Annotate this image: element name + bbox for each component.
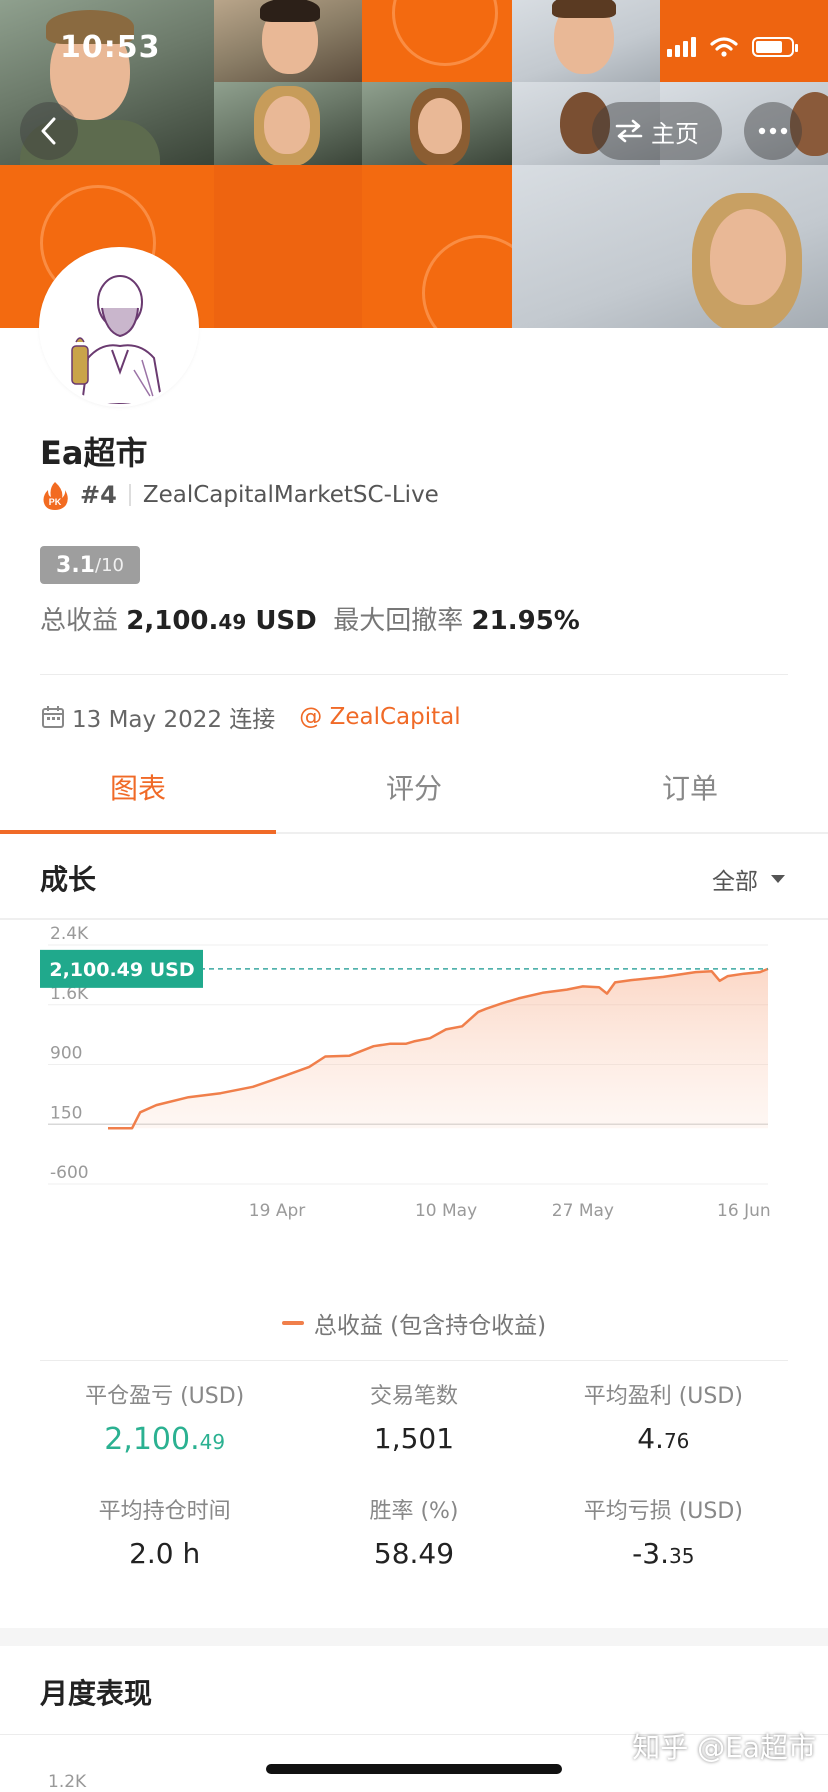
- connected-date: 13 May 2022 连接: [72, 707, 276, 733]
- chart-legend: 总收益 (包含持仓收益): [0, 1306, 828, 1340]
- caret-down-icon: [771, 875, 785, 883]
- cover-pattern-tile: [214, 165, 362, 328]
- y-tick-label: 150: [50, 1103, 82, 1123]
- y-tick-label: -600: [50, 1163, 89, 1183]
- metric-label: 胜率 (%): [369, 1499, 459, 1524]
- cover-pattern-tile: [362, 0, 512, 82]
- chevron-left-icon: [41, 117, 56, 145]
- metric-win-rate: 胜率 (%) 58.49: [289, 1493, 538, 1570]
- tab-rating[interactable]: 评分: [276, 742, 552, 832]
- x-tick-label: 16 Jun: [717, 1201, 771, 1220]
- max-drawdown-value: 21.95%: [471, 606, 580, 636]
- metric-closed-pnl: 平仓盈亏 (USD) 2,100.49: [40, 1378, 289, 1457]
- broker-link[interactable]: @ ZealCapital: [299, 704, 460, 730]
- divider: [40, 1360, 788, 1361]
- metric-value: -3.35: [632, 1537, 695, 1570]
- metric-label: 平仓盈亏 (USD): [85, 1384, 245, 1409]
- metric-avg-loss: 平均亏损 (USD) -3.35: [539, 1493, 788, 1570]
- metric-avg-hold-time: 平均持仓时间 2.0 h: [40, 1493, 289, 1570]
- growth-area-fill: [108, 968, 768, 1129]
- swap-arrows-icon: [615, 119, 643, 143]
- legend-swatch: [281, 1321, 304, 1325]
- cellular-signal-icon: [667, 37, 696, 57]
- metric-label: 平均亏损 (USD): [583, 1499, 743, 1524]
- current-value-label: 2,100.49 USD: [49, 959, 194, 981]
- metric-value: 4.76: [637, 1422, 690, 1455]
- home-button[interactable]: 主页: [592, 102, 722, 160]
- status-bar-icons: [667, 36, 798, 58]
- growth-chart-svg: 2.4K1.6K900150-60019 Apr 10 May 27 May 16 J…: [40, 924, 771, 1221]
- tab-chart[interactable]: 图表: [0, 742, 276, 834]
- connection-row: 13 May 2022 连接 @ ZealCapital: [40, 700, 461, 734]
- cover-photo-tile: [214, 0, 362, 82]
- avatar-illustration: [42, 250, 196, 404]
- metrics-grid: 平仓盈亏 (USD) 2,100.49 交易笔数 1,501 平均盈利 (USD…: [40, 1378, 788, 1570]
- x-tick-label: 19 Apr: [249, 1201, 305, 1220]
- metric-avg-profit: 平均盈利 (USD) 4.76: [539, 1378, 788, 1457]
- score-denominator: /10: [95, 554, 124, 576]
- growth-title: 成长: [40, 863, 97, 896]
- rank-number: #4: [80, 481, 117, 509]
- rank-separator: [128, 484, 131, 506]
- x-tick-label: 10 May: [415, 1201, 477, 1220]
- range-filter-dropdown[interactable]: 全部: [712, 862, 786, 896]
- metric-value: 58.49: [373, 1537, 455, 1570]
- home-button-label: 主页: [651, 119, 699, 148]
- more-dots-icon: [758, 127, 788, 135]
- more-options-button[interactable]: [744, 102, 802, 160]
- cover-photo-tile: [214, 82, 362, 165]
- battery-icon: [752, 37, 798, 57]
- y-tick-label: 2.4K: [50, 924, 89, 944]
- divider: [40, 674, 788, 675]
- tab-orders[interactable]: 订单: [552, 742, 828, 832]
- metric-value: 2.0 h: [129, 1537, 201, 1570]
- monthly-chart-tick: 1.2K: [48, 1772, 87, 1792]
- status-bar-time: 10:53: [60, 30, 161, 65]
- metric-label: 平均盈利 (USD): [583, 1384, 743, 1409]
- total-profit-value: 2,100.49 USD: [126, 606, 317, 636]
- wifi-icon: [710, 37, 738, 57]
- metric-value: 1,501: [373, 1422, 455, 1455]
- profile-avatar[interactable]: [42, 250, 196, 404]
- total-profit-label: 总收益: [40, 606, 119, 636]
- metric-trade-count: 交易笔数 1,501: [289, 1378, 538, 1457]
- svg-text:PK: PK: [49, 497, 62, 507]
- growth-section-header: 成长 全部: [0, 834, 828, 920]
- profit-summary: 总收益 2,100.49 USD 最大回撤率 21.95%: [40, 600, 580, 637]
- metric-label: 交易笔数: [369, 1384, 458, 1409]
- pk-flame-icon: PK: [43, 482, 68, 510]
- metric-label: 平均持仓时间: [98, 1499, 231, 1524]
- metric-value: 2,100.49: [104, 1422, 226, 1457]
- cover-photo-tile: [512, 0, 660, 82]
- score-value: 3.1: [56, 552, 95, 578]
- zhihu-watermark: 知乎 @Ea超市: [632, 1731, 816, 1764]
- max-drawdown-label: 最大回撤率: [333, 606, 464, 636]
- home-indicator[interactable]: [266, 1764, 562, 1774]
- profile-name: Ea超市: [40, 434, 148, 472]
- tab-bar: 图表 评分 订单: [0, 742, 828, 834]
- cover-photo-tile: [512, 165, 828, 328]
- legend-label: 总收益 (包含持仓收益): [313, 1313, 547, 1339]
- cover-pattern-tile: [362, 165, 512, 328]
- growth-chart[interactable]: 2.4K 1.6K 900 150 -600 19 Apr 10 May 27 May 16 J…: [0, 920, 828, 1340]
- y-tick-label: 900: [50, 1044, 82, 1064]
- monthly-performance-title: 月度表现: [40, 1677, 153, 1710]
- back-button[interactable]: [20, 102, 78, 160]
- section-separator: [0, 1628, 828, 1646]
- range-filter-label: 全部: [712, 869, 758, 895]
- x-tick-label: 27 May: [552, 1201, 614, 1220]
- calendar-icon: [42, 706, 64, 728]
- score-badge: 3.1/10: [40, 546, 140, 584]
- rank-row: PK #4 ZealCapitalMarketSC-Live: [40, 480, 439, 510]
- account-name: ZealCapitalMarketSC-Live: [142, 482, 439, 508]
- cover-photo-tile: [362, 82, 512, 165]
